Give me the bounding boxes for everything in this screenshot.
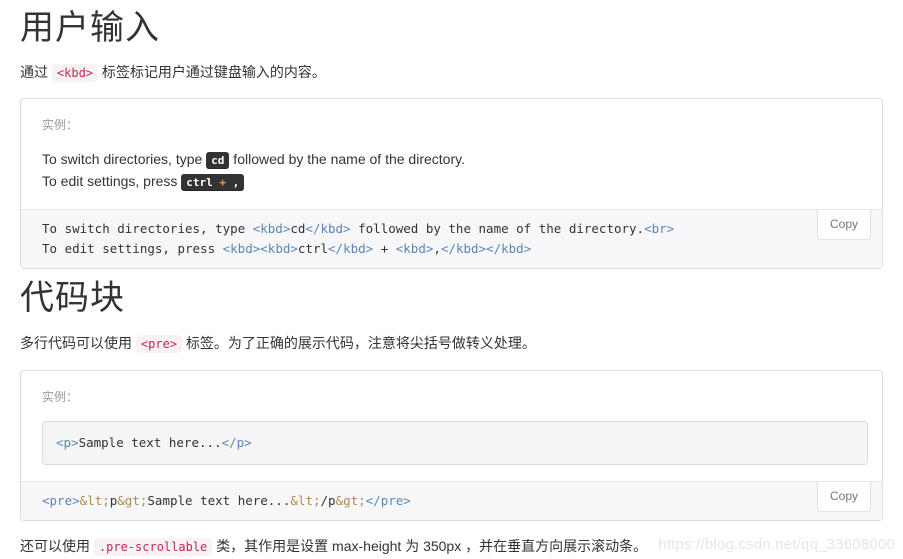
code-description-text-after: 标签。为了正确的展示代码，注意将尖括号做转义处理。 <box>182 335 536 351</box>
copy-button-kbd[interactable]: Copy <box>816 210 871 240</box>
page-title-user-input: 用户输入 <box>20 9 160 47</box>
pre-example-body: <p>Sample text here...</p> <box>42 405 868 465</box>
pre-code-block: <pre>&lt;p&gt;Sample text here...&lt;/p&… <box>21 481 882 520</box>
kbd-key-plus: + <box>212 176 233 189</box>
inline-code-pre-scrollable: .pre-scrollable <box>93 538 213 556</box>
kbd-code-line-1: To switch directories, type <kbd>cd</kbd… <box>42 221 675 236</box>
kbd-key-cd: cd <box>206 152 230 169</box>
inline-code-pre-tag: <pre> <box>135 335 183 353</box>
kbd-code-text: To switch directories, type <kbd>cd</kbd… <box>42 219 868 259</box>
page-title-code-block: 代码块 <box>20 279 125 317</box>
kbd-line2-text-before: To edit settings, press <box>42 173 182 189</box>
inline-code-kbd-tag: <kbd> <box>51 64 99 82</box>
kbd-key-ctrl: ctrl <box>186 176 213 189</box>
user-input-description: 通过 <kbd> 标签标记用户通过键盘输入的内容。 <box>20 49 883 84</box>
pre-code-line-1: <pre>&lt;p&gt;Sample text here...&lt;/p&… <box>42 493 411 508</box>
code-block-description: 多行代码可以使用 <pre> 标签。为了正确的展示代码，注意将尖括号做转义处理。 <box>20 319 883 355</box>
pre-example-panel: 实例： <p>Sample text here...</p> <pre>&lt;… <box>20 370 883 521</box>
pre-scrollable-note: 还可以使用 .pre-scrollable 类，其作用是设置 max-heigh… <box>20 521 883 558</box>
kbd-code-line-2: To edit settings, press <kbd><kbd>ctrl</… <box>42 241 532 256</box>
pre-code-text: <pre>&lt;p&gt;Sample text here...&lt;/p&… <box>42 491 868 511</box>
footer-text-before: 还可以使用 <box>20 538 94 554</box>
kbd-line1-text-after: followed by the name of the directory. <box>229 151 465 167</box>
page-content: 用户输入 通过 <kbd> 标签标记用户通过键盘输入的内容。 实例： To sw… <box>0 0 903 558</box>
kbd-example-line-1: To switch directories, type cd followed … <box>42 149 868 171</box>
pre-sample-output: <p>Sample text here...</p> <box>42 421 868 465</box>
example-label: 实例： <box>42 118 79 132</box>
kbd-key-comma: , <box>232 176 240 189</box>
pre-example-preview: 实例： <p>Sample text here...</p> <box>21 371 882 481</box>
code-description-text-before: 多行代码可以使用 <box>20 335 136 351</box>
copy-button-pre[interactable]: Copy <box>816 482 871 512</box>
kbd-example-body: To switch directories, type cd followed … <box>42 133 868 193</box>
kbd-example-line-2: To edit settings, press ctrl + , <box>42 171 868 193</box>
kbd-code-block: To switch directories, type <kbd>cd</kbd… <box>21 209 882 268</box>
kbd-example-panel: 实例： To switch directories, type cd follo… <box>20 98 883 269</box>
footer-text-after: 类，其作用是设置 max-height 为 350px ，并在垂直方向展示滚动条… <box>212 538 648 554</box>
kbd-key-ctrl-comma: ctrl + , <box>181 174 245 191</box>
example-label: 实例： <box>42 390 79 404</box>
kbd-example-preview: 实例： To switch directories, type cd follo… <box>21 99 882 209</box>
description-text-before: 通过 <box>20 64 52 80</box>
description-text-after: 标签标记用户通过键盘输入的内容。 <box>98 64 326 80</box>
kbd-line1-text-before: To switch directories, type <box>42 151 207 167</box>
